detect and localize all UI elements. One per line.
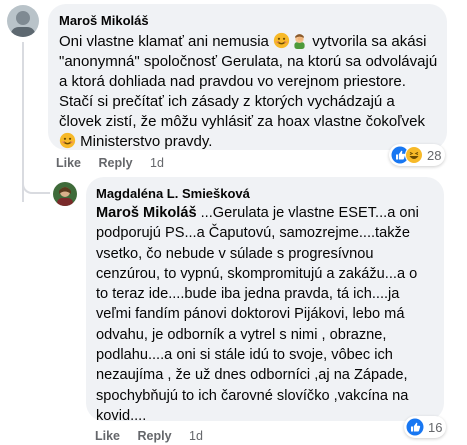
thread-connector [22, 170, 50, 194]
like-button[interactable]: Like [56, 156, 81, 170]
comment-actions: Like Reply 1d [95, 429, 217, 443]
smile-emoji-icon [59, 132, 76, 149]
comment-line: Maroš Mikoláš ...Gerulata je vlastne ESE… [96, 205, 419, 221]
smile-emoji-icon [273, 32, 290, 49]
comment-timestamp[interactable]: 1d [189, 429, 203, 443]
comment-actions: Like Reply 1d [56, 156, 178, 170]
reactions-summary[interactable]: 28 [389, 144, 446, 166]
mention-link[interactable]: Maroš Mikoláš [96, 205, 197, 221]
comment-line: vsetko, čo nebude v súlade s progresívno… [96, 245, 374, 262]
avatar[interactable] [53, 182, 77, 206]
comment-author[interactable]: Maroš Mikoláš [59, 12, 149, 29]
comment-line: človek zistí, že môžu vyhlásiť za hoax v… [59, 113, 425, 130]
like-icon [406, 418, 424, 436]
comment-line: podlahu....a oni si stále idú to svoje, … [96, 347, 393, 364]
reply-button[interactable]: Reply [99, 156, 133, 170]
like-button[interactable]: Like [95, 429, 120, 443]
comment-line: cenzúrou, to vypnú, skompromitujú a zaká… [96, 265, 418, 282]
comment-line: to teraz ide....bude iba jedna pravda, t… [96, 286, 400, 303]
reply-button[interactable]: Reply [138, 429, 172, 443]
reaction-count: 16 [428, 419, 443, 435]
comment-line: spochybňujú to ich čarovné slovíčko ,vak… [96, 387, 409, 404]
comment-bubble: Maroš Mikoláš Oni vlastne klamať ani nem… [48, 4, 447, 150]
comment-timestamp[interactable]: 1d [150, 156, 164, 170]
reply-bubble: Magdaléna L. Smiešková Maroš Mikoláš ...… [86, 177, 444, 424]
comment-line: veľmi fandím pánovi doktorovi Pijákovi, … [96, 306, 405, 323]
comment-text: Maroš Mikoláš ...Gerulata je vlastne ESE… [96, 203, 446, 426]
comment-author[interactable]: Magdaléna L. Smiešková [96, 185, 250, 202]
comment-line: Oni vlastne klamať ani nemusia vytvorila… [59, 32, 427, 50]
facepalm-emoji-icon [294, 34, 305, 49]
haha-icon [405, 146, 423, 164]
comment-line: podporujú PS...a Čaputovú, samozrejme...… [96, 225, 410, 242]
comment-line: kovid.... [96, 407, 147, 424]
comment-text: Oni vlastne klamať ani nemusia vytvorila… [59, 32, 449, 152]
reactions-summary[interactable]: 16 [404, 416, 447, 438]
comment-line: odvahu, je odborník a vytrel s nimi , ob… [96, 326, 387, 343]
avatar[interactable] [7, 5, 39, 37]
reaction-count: 28 [427, 147, 442, 163]
comment-line: a ktorá dohliada nad pravdou vo verejnom… [59, 73, 406, 90]
comment-line: nezaujíma , že už dnes odborníci ,aj na … [96, 367, 408, 384]
comment-line: Stačí si prečítať ich zásady z ktorých v… [59, 93, 395, 110]
comment-line: "anonymná" spoločnosť Gerulata, na ktorú… [59, 53, 438, 70]
